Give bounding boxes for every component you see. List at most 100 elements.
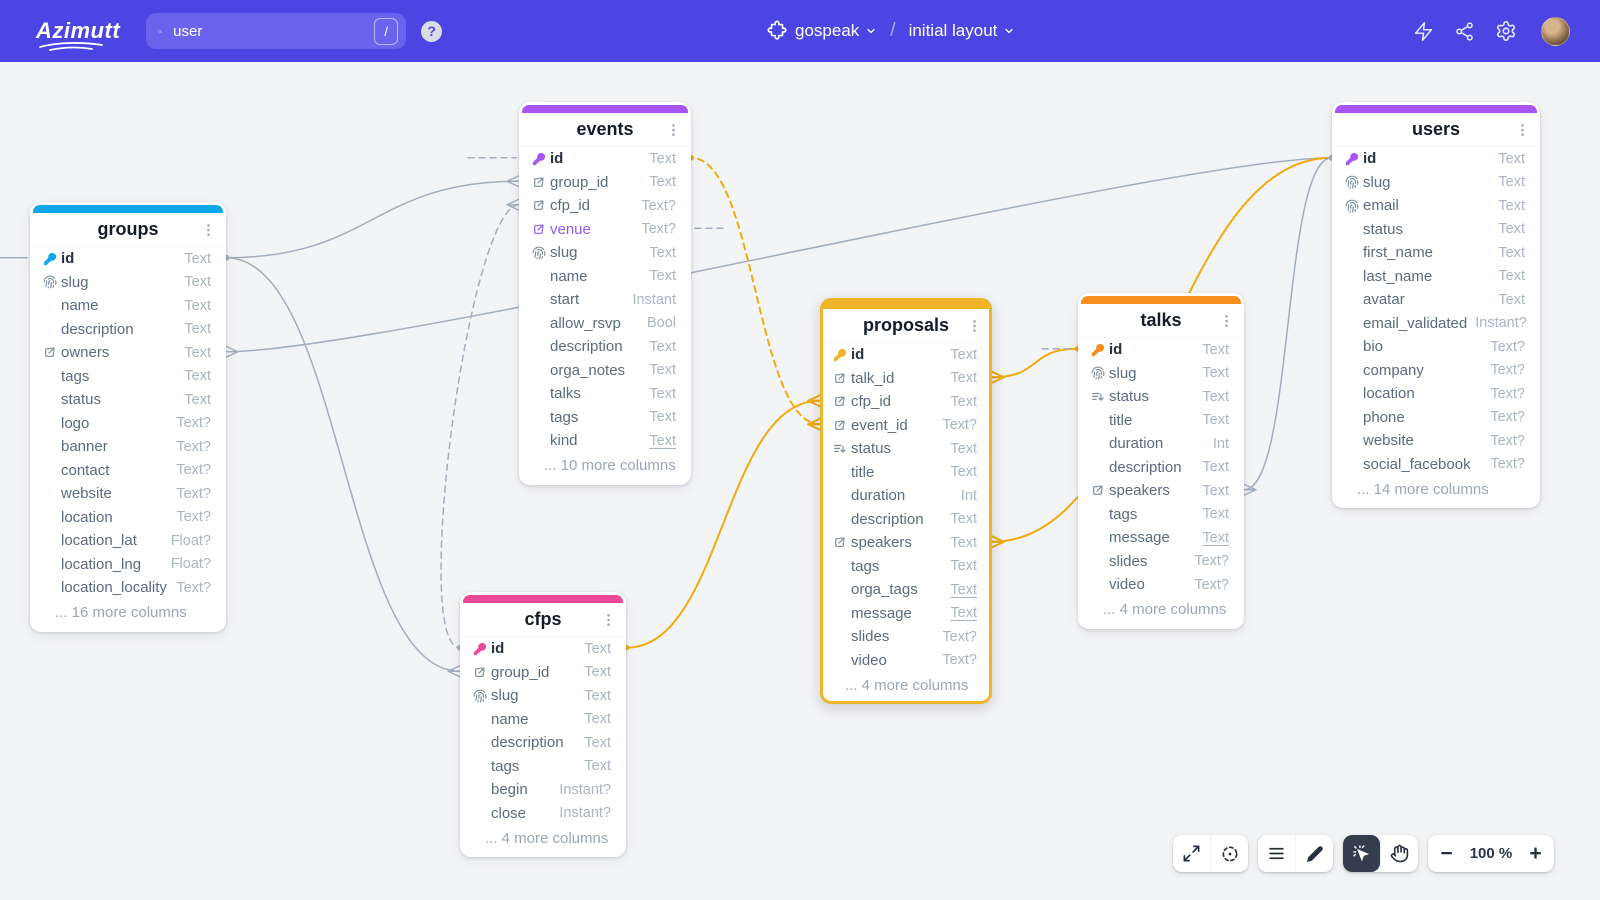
column-groups-location_lng[interactable]: location_lngFloat?	[33, 553, 223, 577]
column-events-talks[interactable]: talksText	[522, 382, 688, 406]
column-events-name[interactable]: nameText	[522, 265, 688, 289]
column-cfps-name[interactable]: nameText	[463, 708, 623, 732]
column-users-social_facebook[interactable]: social_facebookText?	[1335, 453, 1537, 477]
column-proposals-duration[interactable]: durationInt	[823, 484, 989, 508]
column-users-location[interactable]: locationText?	[1335, 382, 1537, 406]
column-events-orga_notes[interactable]: orga_notesText	[522, 359, 688, 383]
table-menu-icon[interactable]	[966, 317, 983, 334]
column-events-description[interactable]: descriptionText	[522, 335, 688, 359]
zoom-in-button[interactable]: +	[1517, 835, 1554, 872]
column-talks-id[interactable]: idText	[1081, 338, 1241, 362]
column-users-slug[interactable]: slugText	[1335, 171, 1537, 195]
more-columns-users[interactable]: ... 14 more columns	[1335, 476, 1537, 505]
column-cfps-id[interactable]: idText	[463, 637, 623, 661]
column-proposals-cfp_id[interactable]: cfp_idText	[823, 390, 989, 414]
column-proposals-orga_tags[interactable]: orga_tagsText	[823, 578, 989, 602]
table-menu-icon[interactable]	[600, 611, 617, 628]
table-talks[interactable]: talksidTextslugTextstatusTexttitleTextdu…	[1078, 293, 1244, 629]
column-users-email[interactable]: emailText	[1335, 194, 1537, 218]
erd-canvas[interactable]: groupsidTextslugTextnameTextdescriptionT…	[0, 0, 1600, 900]
column-groups-location[interactable]: locationText?	[33, 506, 223, 530]
column-users-status[interactable]: statusText	[1335, 218, 1537, 242]
table-header-groups[interactable]: groups	[33, 213, 223, 247]
column-talks-speakers[interactable]: speakersText	[1081, 479, 1241, 503]
column-proposals-tags[interactable]: tagsText	[823, 555, 989, 579]
column-proposals-video[interactable]: videoText?	[823, 649, 989, 673]
column-proposals-description[interactable]: descriptionText	[823, 508, 989, 532]
column-groups-owners[interactable]: ownersText	[33, 341, 223, 365]
column-events-slug[interactable]: slugText	[522, 241, 688, 265]
column-talks-video[interactable]: videoText?	[1081, 573, 1241, 597]
more-columns-groups[interactable]: ... 16 more columns	[33, 600, 223, 629]
table-header-talks[interactable]: talks	[1081, 304, 1241, 338]
column-users-avatar[interactable]: avatarText	[1335, 288, 1537, 312]
pan-tool-button[interactable]	[1380, 835, 1418, 872]
column-groups-slug[interactable]: slugText	[33, 271, 223, 295]
column-users-bio[interactable]: bioText?	[1335, 335, 1537, 359]
column-users-website[interactable]: websiteText?	[1335, 429, 1537, 453]
fullscreen-button[interactable]	[1173, 835, 1210, 872]
table-users[interactable]: usersidTextslugTextemailTextstatusTextfi…	[1332, 102, 1540, 508]
fit-to-screen-button[interactable]	[1210, 835, 1248, 872]
zoom-out-button[interactable]: −	[1428, 835, 1465, 872]
more-columns-events[interactable]: ... 10 more columns	[522, 453, 688, 482]
column-events-venue[interactable]: venueText?	[522, 218, 688, 242]
table-menu-icon[interactable]	[200, 221, 217, 238]
column-talks-slug[interactable]: slugText	[1081, 362, 1241, 386]
column-proposals-event_id[interactable]: event_idText?	[823, 414, 989, 438]
column-groups-id[interactable]: idText	[33, 247, 223, 271]
table-menu-icon[interactable]	[665, 121, 682, 138]
column-cfps-close[interactable]: closeInstant?	[463, 802, 623, 826]
column-events-allow_rsvp[interactable]: allow_rsvpBool	[522, 312, 688, 336]
column-proposals-title[interactable]: titleText	[823, 461, 989, 485]
column-events-tags[interactable]: tagsText	[522, 406, 688, 430]
column-cfps-slug[interactable]: slugText	[463, 684, 623, 708]
select-tool-button[interactable]	[1343, 835, 1380, 872]
column-proposals-message[interactable]: messageText	[823, 602, 989, 626]
column-events-start[interactable]: startInstant	[522, 288, 688, 312]
column-proposals-speakers[interactable]: speakersText	[823, 531, 989, 555]
layout-selector[interactable]: initial layout	[909, 21, 1016, 41]
column-groups-location_lat[interactable]: location_latFloat?	[33, 529, 223, 553]
column-proposals-status[interactable]: statusText	[823, 437, 989, 461]
column-events-group_id[interactable]: group_idText	[522, 171, 688, 195]
more-columns-proposals[interactable]: ... 4 more columns	[823, 672, 989, 701]
zoom-level[interactable]: 100 %	[1465, 835, 1517, 872]
help-button[interactable]: ?	[421, 21, 442, 42]
column-users-id[interactable]: idText	[1335, 147, 1537, 171]
column-users-phone[interactable]: phoneText?	[1335, 406, 1537, 430]
table-header-events[interactable]: events	[522, 113, 688, 147]
user-avatar[interactable]	[1541, 17, 1570, 46]
search-box[interactable]: /	[146, 13, 406, 49]
column-groups-tags[interactable]: tagsText	[33, 365, 223, 389]
column-talks-tags[interactable]: tagsText	[1081, 503, 1241, 527]
column-cfps-description[interactable]: descriptionText	[463, 731, 623, 755]
details-list-button[interactable]	[1258, 835, 1295, 872]
column-groups-website[interactable]: websiteText?	[33, 482, 223, 506]
column-proposals-slides[interactable]: slidesText?	[823, 625, 989, 649]
column-proposals-talk_id[interactable]: talk_idText	[823, 367, 989, 391]
more-columns-cfps[interactable]: ... 4 more columns	[463, 825, 623, 854]
column-talks-description[interactable]: descriptionText	[1081, 456, 1241, 480]
table-header-users[interactable]: users	[1335, 113, 1537, 147]
table-menu-icon[interactable]	[1218, 312, 1235, 329]
column-users-company[interactable]: companyText?	[1335, 359, 1537, 383]
project-selector[interactable]: gospeak	[795, 21, 877, 41]
azimutt-logo[interactable]: Azimutt	[36, 20, 120, 42]
column-users-last_name[interactable]: last_nameText	[1335, 265, 1537, 289]
column-talks-duration[interactable]: durationInt	[1081, 432, 1241, 456]
column-events-kind[interactable]: kindText	[522, 429, 688, 453]
search-input[interactable]	[171, 22, 374, 41]
gear-icon[interactable]	[1495, 20, 1517, 42]
column-groups-contact[interactable]: contactText?	[33, 459, 223, 483]
column-cfps-group_id[interactable]: group_idText	[463, 661, 623, 685]
table-menu-icon[interactable]	[1514, 121, 1531, 138]
table-events[interactable]: eventsidTextgroup_idTextcfp_idText?venue…	[519, 102, 691, 485]
table-cfps[interactable]: cfpsidTextgroup_idTextslugTextnameTextde…	[460, 592, 626, 857]
column-groups-logo[interactable]: logoText?	[33, 412, 223, 436]
column-users-email_validated[interactable]: email_validatedInstant?	[1335, 312, 1537, 336]
table-groups[interactable]: groupsidTextslugTextnameTextdescriptionT…	[30, 202, 226, 632]
more-columns-talks[interactable]: ... 4 more columns	[1081, 597, 1241, 626]
column-cfps-begin[interactable]: beginInstant?	[463, 778, 623, 802]
column-groups-location_locality[interactable]: location_localityText?	[33, 576, 223, 600]
